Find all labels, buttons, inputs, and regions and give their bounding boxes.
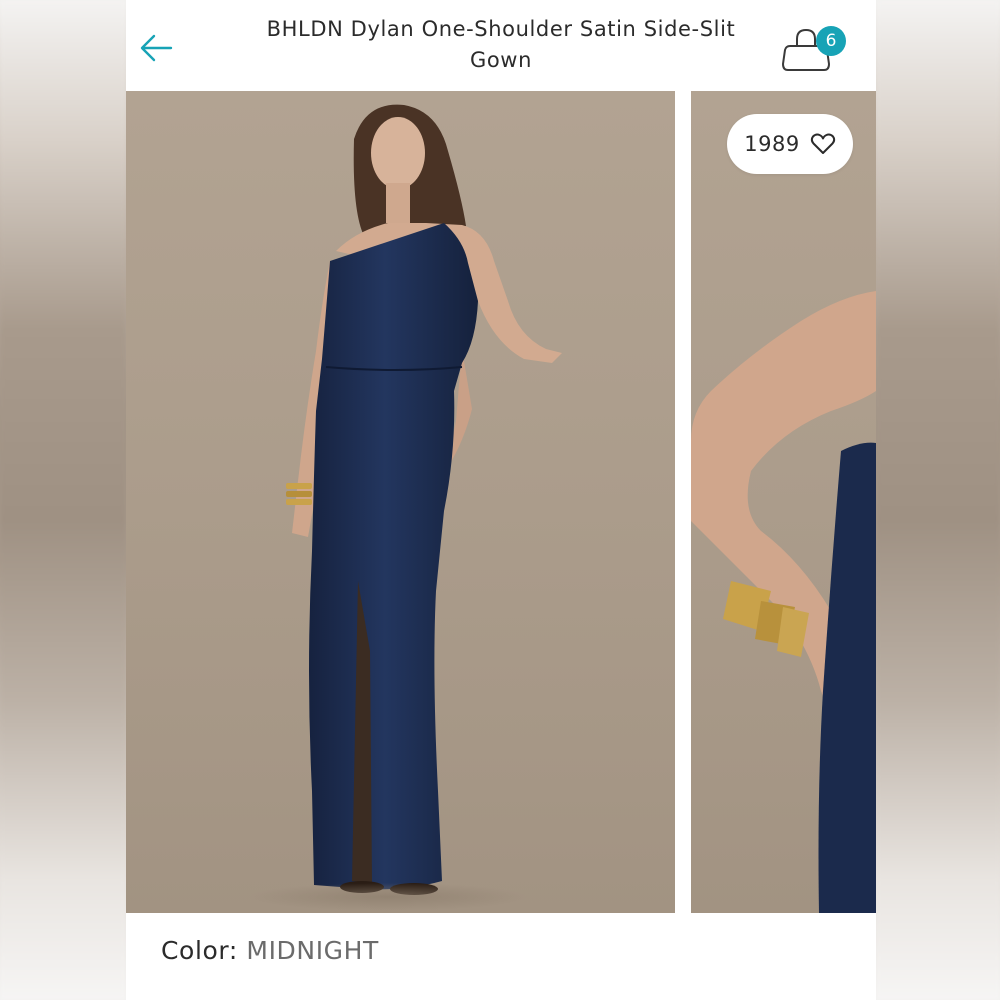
product-image-secondary[interactable]	[691, 91, 876, 913]
background-blur-left	[0, 0, 126, 1000]
background-blur-right	[876, 0, 1000, 1000]
product-image-gallery[interactable]: 1989	[126, 91, 876, 913]
model-photo-full	[248, 104, 562, 911]
like-count: 1989	[744, 132, 800, 156]
header: BHLDN Dylan One-Shoulder Satin Side-Slit…	[126, 0, 876, 90]
heart-icon	[810, 133, 835, 154]
model-photo-detail	[691, 291, 876, 913]
cart-count-badge: 6	[816, 26, 846, 56]
color-label: Color:	[161, 936, 238, 965]
like-button[interactable]: 1989	[727, 114, 853, 174]
product-screen: BHLDN Dylan One-Shoulder Satin Side-Slit…	[126, 0, 876, 1000]
color-selection: Color: MIDNIGHT	[161, 936, 379, 965]
product-image-main[interactable]	[126, 91, 675, 913]
color-value: MIDNIGHT	[246, 936, 379, 965]
product-title: BHLDN Dylan One-Shoulder Satin Side-Slit…	[266, 17, 736, 72]
shopping-bag-button[interactable]: 6	[778, 22, 850, 78]
arrow-left-icon	[140, 34, 173, 62]
back-button[interactable]	[136, 28, 176, 68]
